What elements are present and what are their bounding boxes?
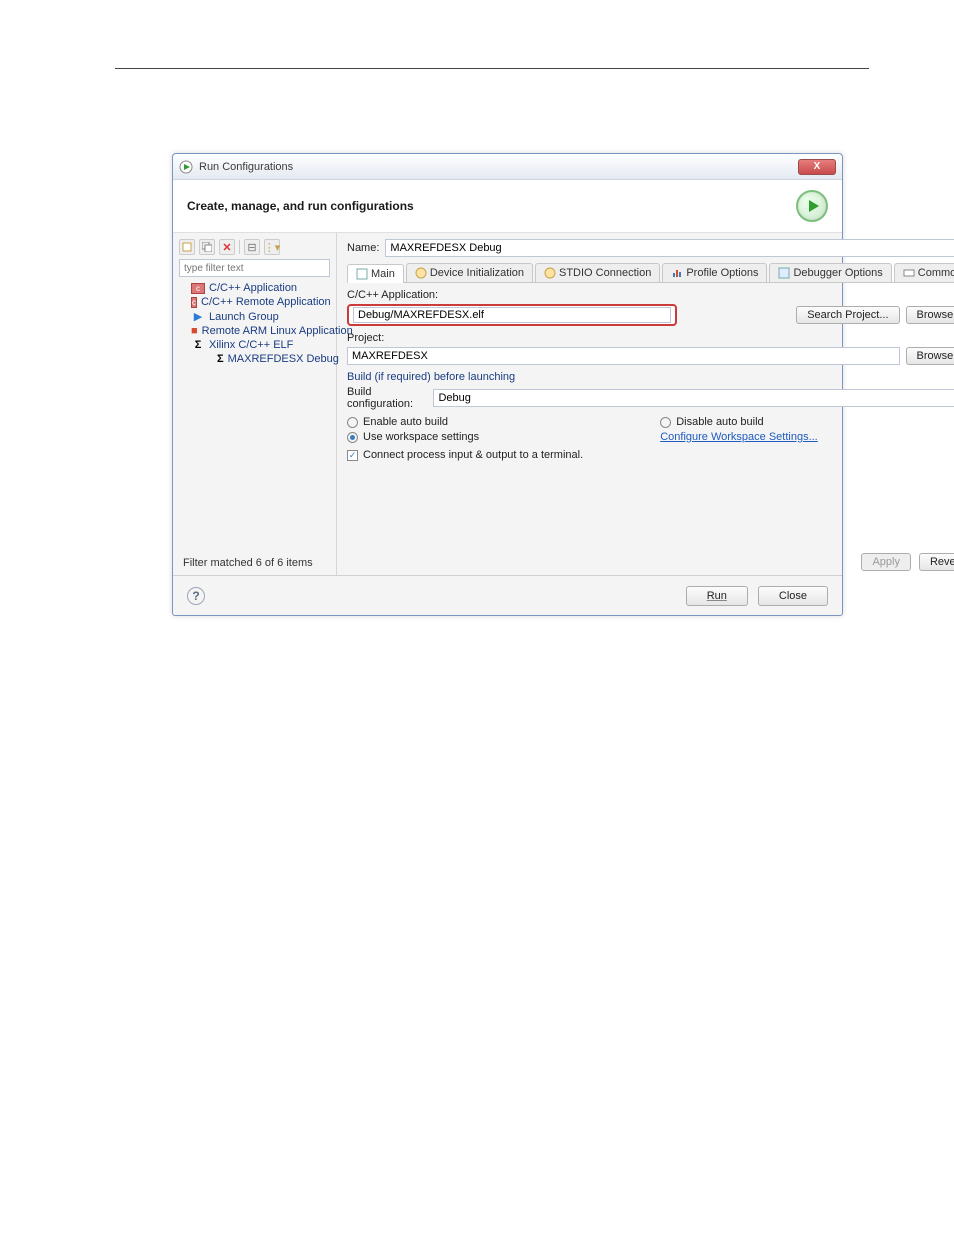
filter-dropdown-icon[interactable]: ⋮▾ bbox=[264, 239, 280, 255]
window-title: Run Configurations bbox=[199, 161, 798, 173]
revert-button[interactable]: Revert bbox=[919, 553, 954, 571]
project-label: Project: bbox=[347, 332, 954, 344]
tab-device-init[interactable]: Device Initialization bbox=[406, 263, 533, 282]
left-panel: ✕ ⊟ ⋮▾ cC/C++ Application cC/C++ Remote … bbox=[173, 233, 337, 575]
search-project-button[interactable]: Search Project... bbox=[796, 306, 899, 324]
tab-debugger[interactable]: Debugger Options bbox=[769, 263, 891, 282]
tab-stdio[interactable]: STDIO Connection bbox=[535, 263, 660, 282]
config-tree: cC/C++ Application cC/C++ Remote Applica… bbox=[179, 281, 330, 366]
device-init-icon bbox=[415, 267, 427, 279]
configure-workspace-link[interactable]: Configure Workspace Settings... bbox=[660, 431, 954, 443]
tree-item-c-remote[interactable]: cC/C++ Remote Application bbox=[179, 295, 330, 309]
run-icon bbox=[796, 190, 828, 222]
name-label: Name: bbox=[347, 242, 379, 254]
new-config-icon[interactable] bbox=[179, 239, 195, 255]
enable-auto-build-radio[interactable]: Enable auto build bbox=[347, 416, 660, 428]
c-app-icon: c bbox=[191, 297, 197, 308]
tab-bar: Main Device Initialization STDIO Connect… bbox=[347, 263, 954, 283]
duplicate-icon[interactable] bbox=[199, 239, 215, 255]
app-label: C/C++ Application: bbox=[347, 289, 954, 301]
delete-icon[interactable]: ✕ bbox=[219, 239, 235, 255]
build-section-label: Build (if required) before launching bbox=[347, 371, 954, 383]
filter-matched-label: Filter matched 6 of 6 items bbox=[179, 555, 330, 571]
run-button[interactable]: Run bbox=[686, 586, 748, 606]
build-config-dropdown[interactable]: Debug ▾ bbox=[433, 389, 954, 407]
tree-item-maxrefdesx[interactable]: ΣMAXREFDESX Debug bbox=[179, 352, 330, 366]
right-panel: Name: Main Device Initialization STDIO C… bbox=[337, 233, 954, 575]
run-config-icon bbox=[179, 160, 193, 174]
launch-icon: ▶ bbox=[191, 310, 205, 323]
dialog-header: Create, manage, and run configurations bbox=[173, 180, 842, 233]
close-button[interactable]: Close bbox=[758, 586, 828, 606]
app-path-input[interactable]: Debug/MAXREFDESX.elf bbox=[358, 309, 666, 321]
tree-item-remote-arm[interactable]: ■Remote ARM Linux Application bbox=[179, 324, 330, 338]
checkbox-icon: ✓ bbox=[347, 450, 358, 461]
browse-app-button[interactable]: Browse... bbox=[906, 306, 954, 324]
tree-item-xilinx-elf[interactable]: ΣXilinx C/C++ ELF bbox=[179, 338, 330, 352]
tab-main[interactable]: Main bbox=[347, 264, 404, 283]
help-icon[interactable]: ? bbox=[187, 587, 205, 605]
browse-project-button[interactable]: Browse... bbox=[906, 347, 954, 365]
run-config-dialog: Run Configurations X Create, manage, and… bbox=[172, 153, 843, 616]
project-input[interactable] bbox=[347, 347, 900, 365]
connect-terminal-checkbox[interactable]: ✓ Connect process input & output to a te… bbox=[347, 449, 954, 461]
apply-button[interactable]: Apply bbox=[861, 553, 911, 571]
filter-input[interactable] bbox=[179, 259, 330, 277]
use-workspace-radio[interactable]: Use workspace settings bbox=[347, 431, 660, 443]
stdio-icon bbox=[544, 267, 556, 279]
sigma-icon: Σ bbox=[217, 353, 224, 365]
window-close-button[interactable]: X bbox=[798, 159, 836, 175]
tab-common[interactable]: Common bbox=[894, 263, 954, 282]
c-app-icon: c bbox=[191, 283, 205, 294]
tree-item-launch-group[interactable]: ▶Launch Group bbox=[179, 309, 330, 324]
debugger-icon bbox=[778, 267, 790, 279]
sigma-icon: Σ bbox=[191, 339, 205, 351]
disable-auto-build-radio[interactable]: Disable auto build bbox=[660, 416, 954, 428]
header-text: Create, manage, and run configurations bbox=[187, 199, 796, 213]
build-config-value: Debug bbox=[438, 392, 954, 404]
tree-item-c-app[interactable]: cC/C++ Application bbox=[179, 281, 330, 295]
profile-icon bbox=[671, 267, 683, 279]
left-toolbar: ✕ ⊟ ⋮▾ bbox=[179, 237, 330, 259]
titlebar: Run Configurations X bbox=[173, 154, 842, 180]
common-icon bbox=[903, 267, 915, 279]
main-tab-icon bbox=[356, 268, 368, 280]
app-path-highlight: Debug/MAXREFDESX.elf bbox=[347, 304, 677, 326]
collapse-icon[interactable]: ⊟ bbox=[244, 239, 260, 255]
name-input[interactable] bbox=[385, 239, 954, 257]
tab-profile[interactable]: Profile Options bbox=[662, 263, 767, 282]
dialog-footer: ? Run Close bbox=[173, 575, 842, 615]
build-config-label: Build configuration: bbox=[347, 386, 427, 410]
remote-icon: ■ bbox=[191, 325, 198, 337]
